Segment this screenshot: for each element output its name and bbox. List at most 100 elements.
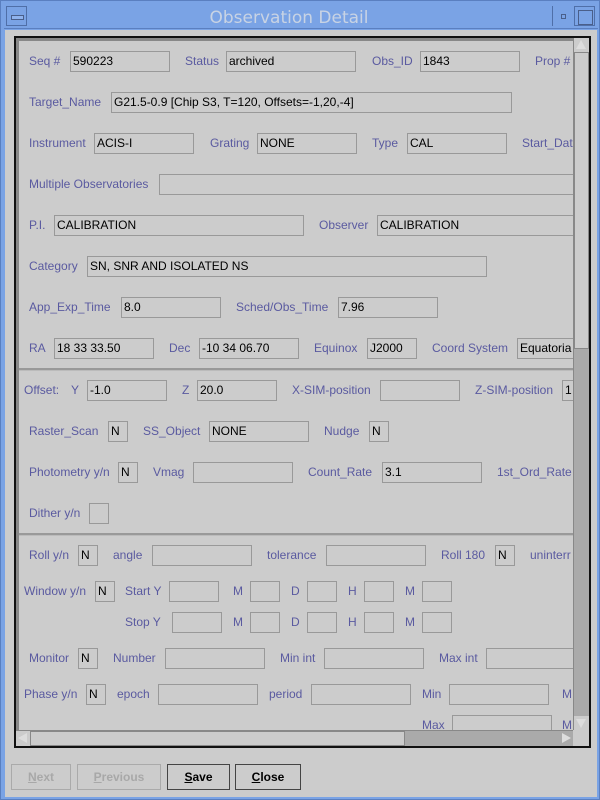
observer-field[interactable]: CALIBRATION — [377, 215, 573, 236]
roll-180-field[interactable]: N — [495, 545, 515, 566]
raster-scan-field[interactable]: N — [108, 421, 128, 442]
obsid-label: Obs_ID — [372, 54, 413, 68]
offset-z-label: Z — [182, 383, 190, 397]
count-rate-field[interactable]: 3.1 — [382, 462, 482, 483]
offset-y-label: Y — [71, 383, 80, 397]
raster-scan-label: Raster_Scan — [29, 424, 99, 438]
sched-obs-time-field[interactable]: 7.96 — [338, 297, 438, 318]
next-button[interactable]: Next — [11, 764, 71, 790]
form-viewport: Seq # 590223 Status archived Obs_ID 1843… — [19, 41, 573, 730]
stop-h-label: H — [348, 615, 357, 629]
epoch-field[interactable] — [158, 684, 258, 705]
stop-hour-field[interactable] — [364, 612, 394, 633]
save-button[interactable]: Save — [167, 764, 230, 790]
stop-d-label: D — [291, 615, 300, 629]
angle-label: angle — [113, 548, 143, 562]
sched-obs-time-label: Sched/Obs_Time — [236, 300, 329, 314]
scroll-corner — [573, 730, 589, 746]
ra-field[interactable]: 18 33 33.50 — [54, 338, 154, 359]
max-int-field[interactable] — [486, 648, 573, 669]
stop-m-label: M — [233, 615, 243, 629]
monitor-label: Monitor — [29, 651, 70, 665]
obsid-field[interactable]: 1843 — [420, 51, 520, 72]
coord-system-field[interactable]: Equatoria — [517, 338, 573, 359]
roll-180-label: Roll 180 — [441, 548, 486, 562]
tolerance-field[interactable] — [326, 545, 426, 566]
min-int-field[interactable] — [324, 648, 424, 669]
vmag-field[interactable] — [193, 462, 293, 483]
instrument-field[interactable]: ACIS-I — [94, 133, 194, 154]
scroll-left-arrow-icon[interactable] — [16, 731, 30, 746]
offset-z-field[interactable]: 20.0 — [197, 380, 277, 401]
phase-field[interactable]: N — [86, 684, 106, 705]
start-day-field[interactable] — [307, 581, 337, 602]
ss-object-field[interactable]: NONE — [209, 421, 309, 442]
titlebar[interactable]: Observation Detail — [4, 4, 598, 29]
maximize-button[interactable] — [574, 6, 595, 26]
scroll-down-arrow-icon[interactable] — [574, 716, 589, 730]
start-hour-field[interactable] — [364, 581, 394, 602]
offset-y-field[interactable]: -1.0 — [87, 380, 167, 401]
instrument-label: Instrument — [29, 136, 86, 150]
phase-label: Phase y/n — [24, 687, 78, 701]
phase-max-field[interactable] — [452, 715, 552, 730]
minimize-button[interactable] — [552, 6, 572, 26]
dither-field[interactable] — [89, 503, 109, 524]
dec-field[interactable]: -10 34 06.70 — [199, 338, 299, 359]
section-divider — [19, 533, 573, 536]
window-frame: Observation Detail Seq # 590223 Status a… — [0, 0, 600, 800]
vertical-scroll-thumb[interactable] — [574, 52, 589, 349]
stop-month-field[interactable] — [250, 612, 280, 633]
monitor-field[interactable]: N — [78, 648, 98, 669]
period-field[interactable] — [311, 684, 411, 705]
nudge-field[interactable]: N — [369, 421, 389, 442]
roll-field[interactable]: N — [78, 545, 98, 566]
stop-y-label: Stop Y — [125, 615, 161, 629]
category-field[interactable]: SN, SNR AND ISOLATED NS — [87, 256, 487, 277]
number-field[interactable] — [165, 648, 265, 669]
previous-button[interactable]: Previous — [77, 764, 161, 790]
target-name-field[interactable]: G21.5-0.9 [Chip S3, T=120, Offsets=-1,20… — [111, 92, 512, 113]
start-month-field[interactable] — [250, 581, 280, 602]
type-label: Type — [372, 136, 399, 150]
angle-field[interactable] — [152, 545, 252, 566]
prop-label: Prop # — [535, 54, 571, 68]
multiple-observatories-field[interactable] — [159, 174, 573, 195]
number-label: Number — [113, 651, 156, 665]
stop-day-field[interactable] — [307, 612, 337, 633]
horizontal-scroll-thumb[interactable] — [30, 731, 405, 746]
stop-minute-field[interactable] — [422, 612, 452, 633]
count-rate-label: Count_Rate — [308, 465, 373, 479]
horizontal-scrollbar[interactable] — [16, 730, 573, 746]
status-field[interactable]: archived — [226, 51, 356, 72]
start-min-label: M — [405, 584, 415, 598]
stop-year-field[interactable] — [172, 612, 222, 633]
close-button[interactable]: Close — [235, 764, 301, 790]
app-exp-time-field[interactable]: 8.0 — [121, 297, 221, 318]
phase-min-field[interactable] — [449, 684, 549, 705]
uninterrupted-label: uninterr — [530, 548, 571, 562]
window-menu-button[interactable] — [6, 6, 27, 26]
max-int-label: Max int — [439, 651, 478, 665]
ss-object-label: SS_Object — [143, 424, 201, 438]
phase-min-m-label: M — [562, 687, 572, 701]
dialog-body: Seq # 590223 Status archived Obs_ID 1843… — [5, 30, 597, 797]
scroll-right-arrow-icon[interactable] — [559, 731, 573, 746]
category-label: Category — [29, 259, 78, 273]
equinox-field[interactable]: J2000 — [367, 338, 417, 359]
start-date-label: Start_Dat — [522, 136, 573, 150]
x-sim-position-field[interactable] — [380, 380, 460, 401]
type-field[interactable]: CAL — [407, 133, 507, 154]
z-sim-position-field[interactable]: 1 — [562, 380, 573, 401]
vertical-scrollbar[interactable] — [573, 38, 589, 730]
start-year-field[interactable] — [169, 581, 219, 602]
window-field[interactable]: N — [95, 581, 115, 602]
start-minute-field[interactable] — [422, 581, 452, 602]
photometry-field[interactable]: N — [118, 462, 138, 483]
grating-field[interactable]: NONE — [257, 133, 357, 154]
scroll-up-arrow-icon[interactable] — [574, 38, 589, 52]
next-accel: N — [27, 770, 37, 784]
pi-field[interactable]: CALIBRATION — [54, 215, 304, 236]
seq-field[interactable]: 590223 — [70, 51, 170, 72]
previous-label: revious — [101, 770, 145, 784]
